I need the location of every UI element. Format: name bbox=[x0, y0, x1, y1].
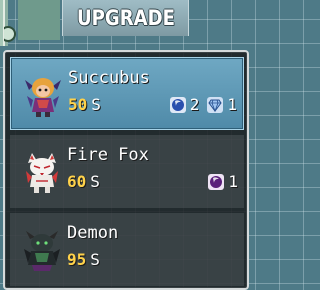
material-entry: 2 bbox=[169, 95, 200, 114]
item-name: Demon bbox=[67, 223, 119, 243]
item-name: Fire Fox bbox=[67, 145, 149, 165]
blue-orb-icon bbox=[169, 96, 186, 113]
item-cost: 50 S bbox=[68, 95, 101, 114]
map-tile-green bbox=[18, 0, 60, 40]
cost-value: 95 bbox=[67, 250, 87, 269]
material-list: 1 bbox=[208, 172, 238, 191]
material-count: 1 bbox=[228, 172, 238, 191]
cost-value: 60 bbox=[67, 172, 87, 191]
purple-orb-icon bbox=[208, 173, 225, 190]
cost-unit: S bbox=[90, 250, 100, 269]
material-count: 1 bbox=[227, 95, 237, 114]
material-list: 2 1 bbox=[169, 95, 237, 114]
cost-unit: S bbox=[91, 95, 101, 114]
fire-fox-sprite-icon bbox=[26, 153, 58, 193]
item-cost: 60 S bbox=[67, 172, 100, 191]
material-entry: 1 bbox=[207, 95, 237, 114]
item-cost: 95 S bbox=[67, 250, 100, 269]
cost-unit: S bbox=[90, 172, 100, 191]
demon-sprite-icon bbox=[24, 231, 60, 271]
succubus-sprite-icon bbox=[25, 78, 61, 117]
material-entry: 1 bbox=[208, 172, 238, 191]
material-count: 2 bbox=[189, 95, 200, 114]
upgrade-list-window: Succubus 50 S 2 1 Fire Fox 60 S 1 Demon … bbox=[3, 50, 249, 290]
list-item-fire-fox[interactable]: Fire Fox 60 S 1 bbox=[10, 135, 244, 208]
title-bar: UPGRADE bbox=[62, 0, 189, 36]
page-title: UPGRADE bbox=[76, 6, 175, 30]
diamond-icon bbox=[207, 96, 224, 113]
list-item-succubus[interactable]: Succubus 50 S 2 1 bbox=[10, 57, 244, 130]
cost-value: 50 bbox=[68, 95, 88, 114]
list-item-demon[interactable]: Demon 95 S bbox=[10, 213, 244, 286]
item-name: Succubus bbox=[68, 68, 150, 88]
